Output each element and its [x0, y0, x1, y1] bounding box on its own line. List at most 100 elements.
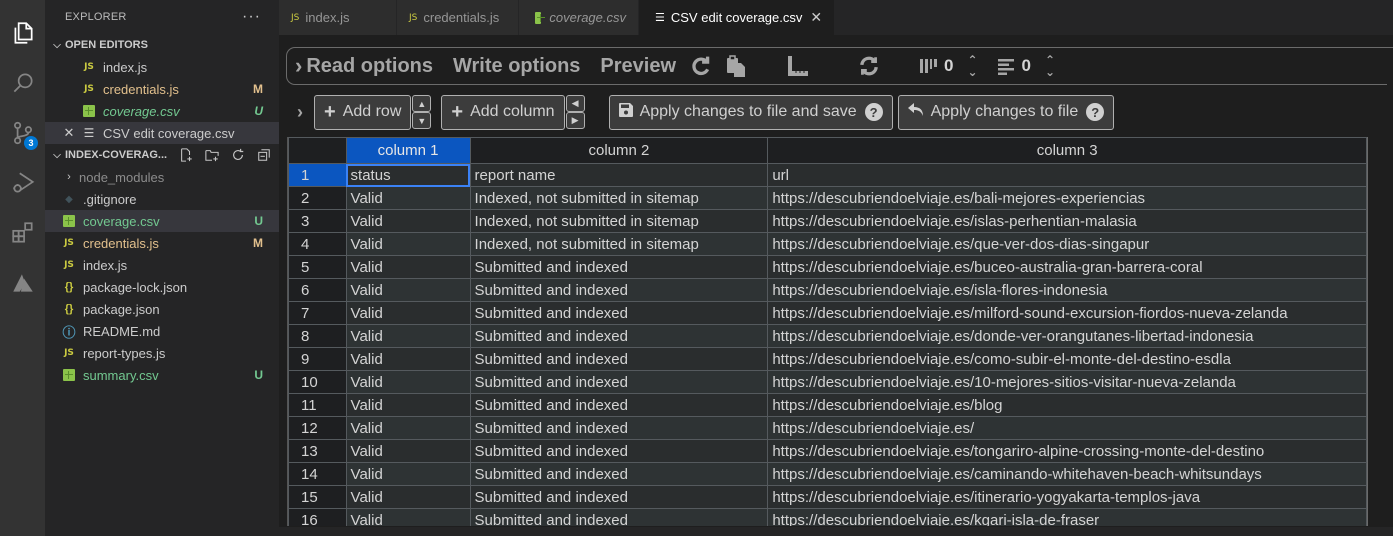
- row-header[interactable]: 15: [288, 485, 347, 509]
- table-cell[interactable]: Indexed, not submitted in sitemap: [469, 186, 769, 210]
- row-header[interactable]: 8: [288, 324, 347, 348]
- table-cell[interactable]: Submitted and indexed: [469, 347, 769, 371]
- row-header[interactable]: 14: [288, 462, 347, 486]
- table-cell[interactable]: status: [345, 163, 471, 187]
- table-cell[interactable]: https://descubriendoelviaje.es/donde-ver…: [767, 324, 1367, 348]
- tree-file-item[interactable]: summary.csv U: [45, 364, 279, 386]
- table-cell[interactable]: https://descubriendoelviaje.es/blog: [767, 393, 1367, 417]
- table-cell[interactable]: https://descubriendoelviaje.es/como-subi…: [767, 347, 1367, 371]
- tree-file-item[interactable]: JS index.js: [45, 254, 279, 276]
- fixed-rows-spinner[interactable]: ⌃ ⌄: [1045, 54, 1055, 78]
- tab-coverage-csv[interactable]: coverage.csv: [519, 0, 639, 35]
- close-icon[interactable]: ✕: [61, 125, 77, 141]
- table-cell[interactable]: https://descubriendoelviaje.es/milford-s…: [767, 301, 1367, 325]
- activity-source-control[interactable]: 3: [0, 108, 45, 158]
- tree-file-item[interactable]: JS report-types.js: [45, 342, 279, 364]
- table-cell[interactable]: Valid: [345, 278, 471, 302]
- table-cell[interactable]: Valid: [345, 462, 471, 486]
- apply-and-save-button[interactable]: Apply changes to file and save ?: [608, 94, 893, 130]
- preview-toggle[interactable]: Preview: [600, 55, 676, 78]
- row-header[interactable]: 4: [288, 232, 347, 256]
- row-header[interactable]: 1: [288, 163, 347, 187]
- csv-grid[interactable]: column 1 column 2 column 3 1 status report…: [287, 137, 1368, 526]
- column-header[interactable]: column 2: [469, 137, 769, 164]
- insert-row-above-button[interactable]: ▲: [412, 95, 432, 112]
- row-header[interactable]: 3: [288, 209, 347, 233]
- help-icon[interactable]: ?: [1086, 103, 1105, 121]
- table-cell[interactable]: Submitted and indexed: [469, 278, 769, 302]
- table-cell[interactable]: Indexed, not submitted in sitemap: [469, 209, 769, 233]
- activity-run-debug[interactable]: [0, 158, 45, 208]
- table-cell[interactable]: Valid: [345, 255, 471, 279]
- table-cell[interactable]: Submitted and indexed: [469, 508, 769, 526]
- chevron-down-icon[interactable]: ⌄: [967, 66, 977, 78]
- table-cell[interactable]: https://descubriendoelviaje.es/kgari-isl…: [767, 508, 1367, 526]
- tree-file-item[interactable]: {} package-lock.json: [45, 276, 279, 298]
- table-cell[interactable]: https://descubriendoelviaje.es/isla-flor…: [767, 278, 1367, 302]
- new-folder-icon[interactable]: [203, 146, 221, 164]
- table-cell[interactable]: https://descubriendoelviaje.es/tongariro…: [767, 439, 1367, 463]
- corner-header[interactable]: [288, 137, 347, 164]
- table-cell[interactable]: Valid: [345, 301, 471, 325]
- table-cell[interactable]: https://descubriendoelviaje.es/itinerari…: [767, 485, 1367, 509]
- open-editor-item-active[interactable]: ✕ ☰ CSV edit coverage.csv: [45, 122, 279, 144]
- apply-changes-button[interactable]: Apply changes to file ?: [897, 94, 1115, 130]
- table-cell[interactable]: Submitted and indexed: [469, 462, 769, 486]
- close-tab-icon[interactable]: ✕: [810, 9, 822, 26]
- more-actions-button[interactable]: ···: [242, 8, 261, 26]
- table-cell[interactable]: Submitted and indexed: [469, 485, 769, 509]
- table-cell[interactable]: https://descubriendoelviaje.es/buceo-aus…: [767, 255, 1367, 279]
- row-header[interactable]: 16: [288, 508, 347, 526]
- open-editor-item[interactable]: coverage.csv U: [45, 100, 279, 122]
- fixed-columns-spinner[interactable]: ⌃ ⌄: [967, 54, 977, 78]
- collapse-all-icon[interactable]: [255, 146, 273, 164]
- table-cell[interactable]: url: [767, 163, 1367, 187]
- insert-column-right-button[interactable]: ▶: [565, 112, 585, 129]
- activity-explorer[interactable]: [0, 8, 45, 58]
- table-cell[interactable]: https://descubriendoelviaje.es/caminando…: [767, 462, 1367, 486]
- table-cell[interactable]: report name: [469, 163, 769, 187]
- insert-column-left-button[interactable]: ◀: [565, 95, 585, 112]
- help-icon[interactable]: ?: [864, 103, 883, 121]
- table-cell[interactable]: Valid: [345, 347, 471, 371]
- row-header[interactable]: 12: [288, 416, 347, 440]
- table-cell[interactable]: https://descubriendoelviaje.es/10-mejore…: [767, 370, 1367, 394]
- table-cell[interactable]: Valid: [345, 393, 471, 417]
- paste-icon[interactable]: [726, 55, 746, 77]
- row-header[interactable]: 13: [288, 439, 347, 463]
- new-file-icon[interactable]: [177, 146, 195, 164]
- row-header[interactable]: 9: [288, 347, 347, 371]
- table-cell[interactable]: Valid: [345, 485, 471, 509]
- row-header[interactable]: 11: [288, 393, 347, 417]
- table-cell[interactable]: https://descubriendoelviaje.es/que-ver-d…: [767, 232, 1367, 256]
- table-cell[interactable]: Valid: [345, 232, 471, 256]
- table-cell[interactable]: Valid: [345, 209, 471, 233]
- tree-file-item[interactable]: ⓘ README.md: [45, 320, 279, 342]
- open-editor-item[interactable]: JS index.js: [45, 56, 279, 78]
- table-cell[interactable]: Valid: [345, 416, 471, 440]
- resize-columns-icon[interactable]: [786, 55, 810, 77]
- read-options-toggle[interactable]: Read options: [306, 55, 433, 78]
- table-cell[interactable]: Valid: [345, 439, 471, 463]
- tab-index-js[interactable]: JS index.js: [279, 0, 397, 35]
- table-cell[interactable]: Submitted and indexed: [469, 416, 769, 440]
- tree-file-item[interactable]: {} package.json: [45, 298, 279, 320]
- activity-extensions[interactable]: [0, 208, 45, 258]
- workspace-header[interactable]: ⌵ INDEX-COVERAG...: [45, 144, 279, 166]
- table-cell[interactable]: Indexed, not submitted in sitemap: [469, 232, 769, 256]
- tab-csv-edit-coverage[interactable]: ☰ CSV edit coverage.csv ✕: [639, 0, 836, 35]
- tree-file-item[interactable]: coverage.csv U: [45, 210, 279, 232]
- row-header[interactable]: 10: [288, 370, 347, 394]
- add-row-button[interactable]: + Add row: [314, 94, 412, 130]
- chevron-right-icon[interactable]: ›: [295, 53, 302, 79]
- tree-folder-item[interactable]: › node_modules: [45, 166, 279, 188]
- table-cell[interactable]: Submitted and indexed: [469, 439, 769, 463]
- table-cell[interactable]: Valid: [345, 370, 471, 394]
- table-cell[interactable]: Valid: [345, 186, 471, 210]
- add-column-button[interactable]: + Add column: [441, 94, 565, 130]
- chevron-down-icon[interactable]: ⌄: [1045, 66, 1055, 78]
- tree-file-item[interactable]: ◆ .gitignore: [45, 188, 279, 210]
- open-editors-header[interactable]: ⌵ OPEN EDITORS: [45, 34, 279, 56]
- table-cell[interactable]: Submitted and indexed: [469, 370, 769, 394]
- table-cell[interactable]: Submitted and indexed: [469, 301, 769, 325]
